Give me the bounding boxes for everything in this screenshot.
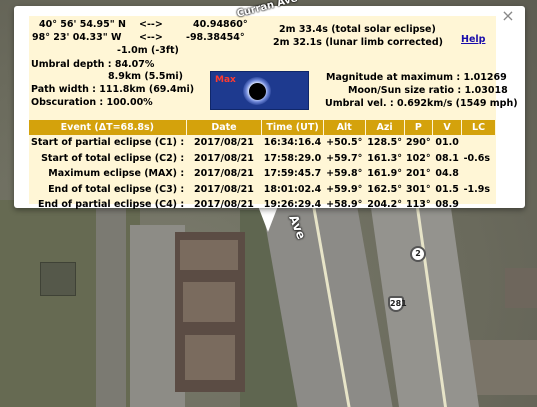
eclipse-info-panel: 40° 56' 54.95" N <--> 40.94860° 98° 23' … <box>29 16 518 210</box>
limb-corrected-duration: 2m 32.1s (lunar limb corrected) <box>273 37 443 48</box>
umbral-velocity: Umbral vel. : 0.692km/s (1549 mph) <box>325 98 518 109</box>
latitude-dms: 40° 56' 54.95" N <box>39 19 126 30</box>
longitude-arrow: <--> <box>139 32 163 43</box>
event-v: 08.1 <box>435 152 459 164</box>
building-roof <box>185 335 235 380</box>
small-lot <box>40 262 76 296</box>
header-event: Event (ΔT=68.8s) <box>29 120 187 135</box>
event-date: 2017/08/21 <box>194 199 254 211</box>
event-alt: +59.9° <box>326 183 363 195</box>
longitude-dms: 98° 23' 04.33" W <box>32 32 122 43</box>
building-roof <box>180 240 238 270</box>
building-right <box>505 268 537 308</box>
close-icon[interactable]: × <box>501 8 515 24</box>
header-alt: Alt <box>323 120 366 135</box>
event-azi: 162.5° <box>367 183 403 195</box>
event-p: 102° <box>406 152 431 164</box>
building-roof <box>183 282 235 322</box>
event-time: 18:01:02.4 <box>263 183 322 195</box>
event-lc <box>462 197 496 213</box>
path-width: Path width : 111.8km (69.4mi) <box>31 84 195 95</box>
moon-sun-size-ratio: Moon/Sun size ratio : 1.03018 <box>348 85 508 96</box>
eclipse-events-table: Event (ΔT=68.8s) Date Time (UT) Alt Azi … <box>29 120 496 213</box>
route-281-shield-icon: 281 <box>388 296 407 312</box>
header-lc: LC <box>461 120 496 135</box>
event-date: 2017/08/21 <box>194 137 254 149</box>
moon-disk-icon <box>249 83 266 100</box>
event-lc <box>462 135 496 151</box>
obscuration: Obscuration : 100.00% <box>31 97 153 108</box>
table-row: End of partial eclipse (C4) : 2017/08/21… <box>29 197 496 213</box>
event-time: 17:58:29.0 <box>263 152 322 164</box>
event-v: 01.0 <box>435 137 459 149</box>
latitude-decimal: 40.94860° <box>193 19 248 30</box>
event-azi: 204.2° <box>367 199 403 211</box>
header-time: Time (UT) <box>261 120 324 135</box>
event-name: Maximum eclipse (MAX) : <box>48 168 185 180</box>
table-row: Maximum eclipse (MAX) : 2017/08/21 17:59… <box>29 166 496 182</box>
event-name: Start of partial eclipse (C1) : <box>31 137 185 149</box>
umbral-depth-distance: 8.9km (5.5mi) <box>108 71 184 82</box>
event-time: 16:34:16.4 <box>263 137 322 149</box>
elevation: -1.0m (-3ft) <box>117 45 179 56</box>
total-duration: 2m 33.4s (total solar eclipse) <box>279 24 436 35</box>
event-lc: -1.9s <box>463 183 491 195</box>
event-date: 2017/08/21 <box>194 183 254 195</box>
diagram-max-label: Max <box>215 75 236 85</box>
table-row: Start of partial eclipse (C1) : 2017/08/… <box>29 135 496 151</box>
event-azi: 128.5° <box>367 137 403 149</box>
event-lc: -0.6s <box>463 152 491 164</box>
header-azi: Azi <box>365 120 405 135</box>
event-name: End of partial eclipse (C4) : <box>37 199 185 211</box>
event-alt: +58.9° <box>326 199 363 211</box>
event-v: 08.9 <box>435 199 459 211</box>
eclipse-info-popup: × 40° 56' 54.95" N <--> 40.94860° 98° 23… <box>14 6 525 210</box>
event-time: 17:59:45.7 <box>263 168 322 180</box>
table-header-row: Event (ΔT=68.8s) Date Time (UT) Alt Azi … <box>29 120 496 135</box>
magnitude-at-maximum: Magnitude at maximum : 1.01269 <box>326 72 507 83</box>
table-row: Start of total eclipse (C2) : 2017/08/21… <box>29 151 496 167</box>
event-p: 290° <box>406 137 431 149</box>
header-date: Date <box>186 120 263 135</box>
event-name: End of total eclipse (C3) : <box>48 183 185 195</box>
event-lc <box>462 166 496 182</box>
latitude-arrow: <--> <box>139 19 163 30</box>
event-azi: 161.9° <box>367 168 403 180</box>
building-right-lower <box>470 340 537 395</box>
event-alt: +59.8° <box>326 168 363 180</box>
event-date: 2017/08/21 <box>194 168 254 180</box>
event-date: 2017/08/21 <box>194 152 254 164</box>
event-p: 201° <box>406 168 431 180</box>
road-left <box>96 206 126 407</box>
event-time: 19:26:29.4 <box>263 199 322 211</box>
table-row: End of total eclipse (C3) : 2017/08/21 1… <box>29 182 496 198</box>
event-p: 113° <box>406 199 431 211</box>
header-v: V <box>432 120 463 135</box>
help-link[interactable]: Help <box>461 34 485 45</box>
header-p: P <box>404 120 434 135</box>
event-p: 301° <box>406 183 431 195</box>
event-v: 01.5 <box>435 183 459 195</box>
event-alt: +50.5° <box>326 137 363 149</box>
eclipse-max-diagram: Max <box>210 71 309 110</box>
route-2-shield-icon: 2 <box>410 246 426 262</box>
event-alt: +59.7° <box>326 152 363 164</box>
event-name: Start of total eclipse (C2) : <box>41 152 185 164</box>
umbral-depth: Umbral depth : 84.07% <box>31 59 155 70</box>
event-azi: 161.3° <box>367 152 403 164</box>
event-v: 04.8 <box>435 168 459 180</box>
longitude-decimal: -98.38454° <box>186 32 245 43</box>
